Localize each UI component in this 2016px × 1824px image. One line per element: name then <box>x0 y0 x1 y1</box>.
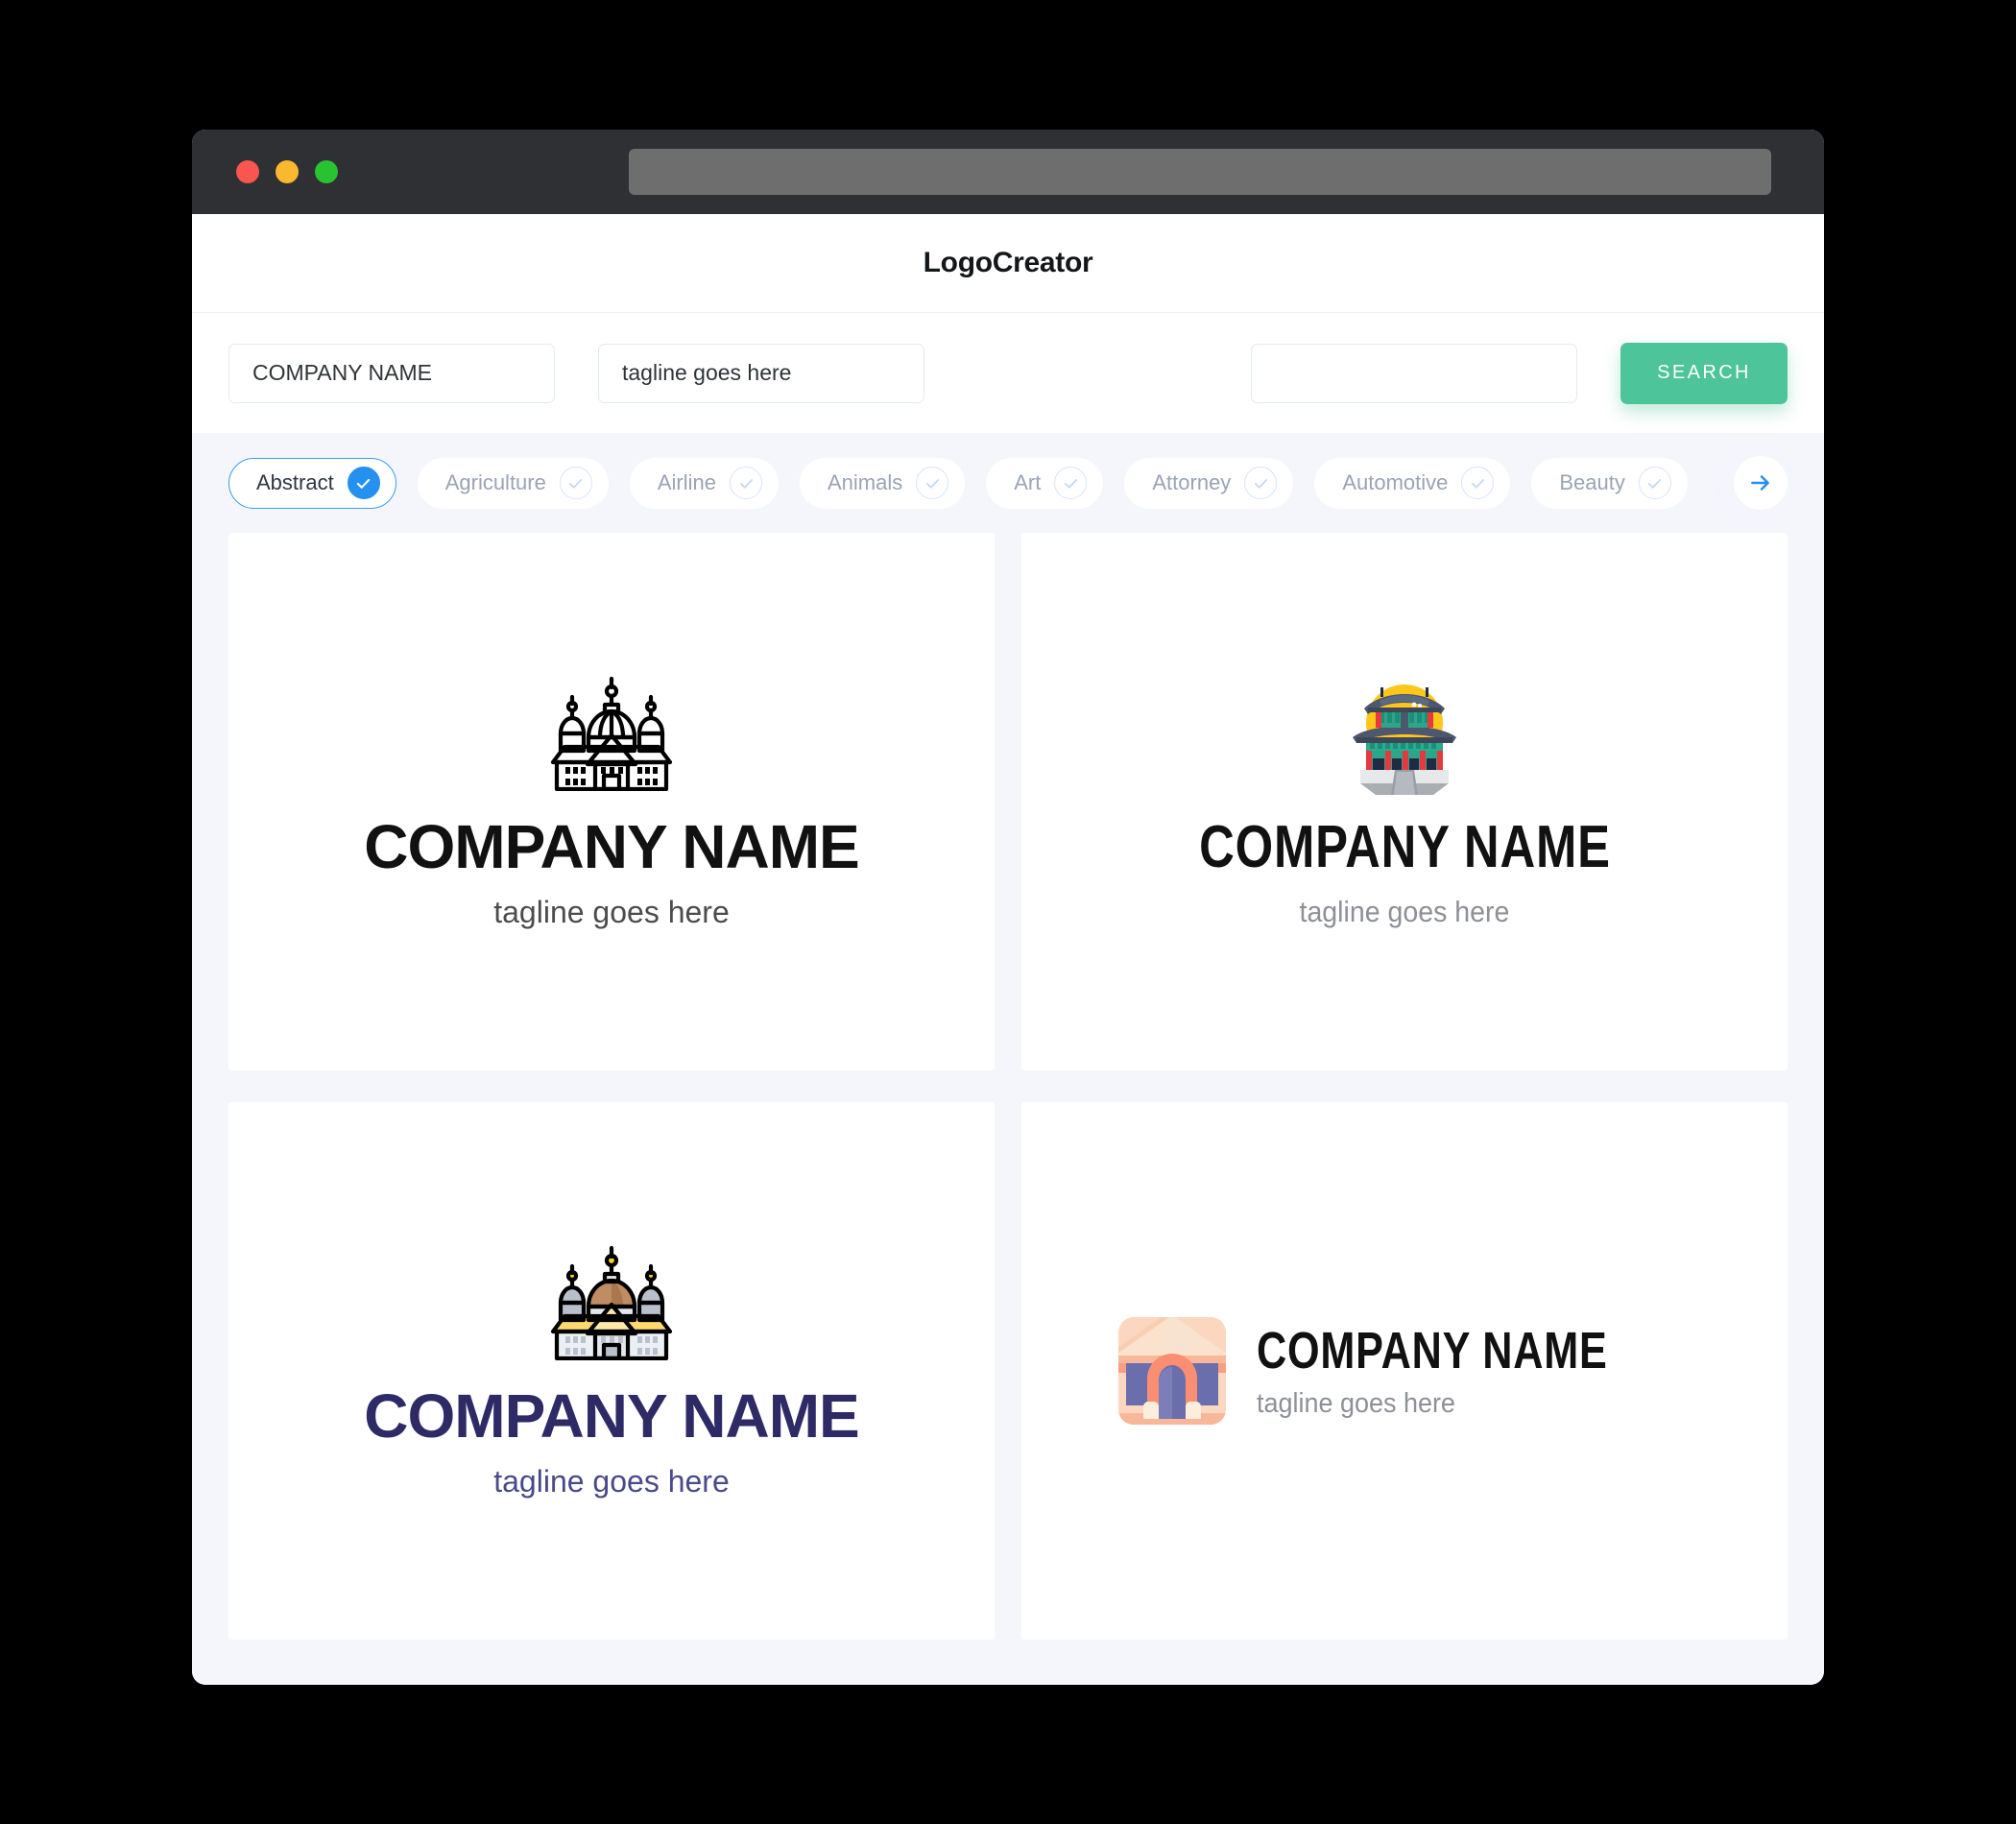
logo-tagline: tagline goes here <box>493 1464 730 1499</box>
category-chip-label: Beauty <box>1559 470 1625 494</box>
browser-url-bar[interactable] <box>629 149 1771 195</box>
category-chip-abstract[interactable]: Abstract <box>228 457 396 509</box>
logo-tagline: tagline goes here <box>493 895 730 929</box>
category-chip-label: Airline <box>657 470 716 494</box>
category-chip-label: Animals <box>828 470 903 494</box>
logo-company-name: COMPANY NAME <box>1257 1321 1609 1380</box>
search-toolbar: SEARCH <box>192 313 1824 433</box>
logo-card[interactable]: COMPANY NAME tagline goes here <box>1021 533 1788 1070</box>
logo-card[interactable]: COMPANY NAME tagline goes here <box>228 1102 995 1640</box>
check-icon <box>1638 467 1671 499</box>
categories-next-button[interactable] <box>1734 456 1788 510</box>
category-chip-art[interactable]: Art <box>986 457 1104 509</box>
category-chip-label: Agriculture <box>444 470 546 494</box>
category-filter-bar: Abstract Agriculture Airline Animals Art <box>192 433 1824 533</box>
check-icon <box>1461 467 1495 499</box>
korean-palace-icon <box>1353 684 1456 795</box>
check-icon <box>1244 467 1278 499</box>
logo-card[interactable]: COMPANY NAME tagline goes here <box>228 533 995 1070</box>
app-header: LogoCreator <box>192 214 1824 313</box>
logo-tagline: tagline goes here <box>1299 894 1510 928</box>
logo-tagline: tagline goes here <box>1257 1387 1456 1419</box>
minimize-window-button[interactable] <box>276 160 299 183</box>
category-chip-label: Abstract <box>256 470 334 494</box>
cathedral-outline-icon <box>550 676 673 791</box>
browser-window: LogoCreator SEARCH Abstract Agriculture … <box>192 130 1824 1685</box>
category-chip-label: Automotive <box>1342 470 1449 494</box>
check-icon <box>347 467 380 499</box>
check-icon <box>559 467 592 499</box>
category-chip-animals[interactable]: Animals <box>800 457 966 509</box>
logo-results-grid: COMPANY NAME tagline goes here COMPANY N… <box>192 533 1824 1685</box>
arch-building-icon <box>1118 1317 1227 1425</box>
browser-titlebar <box>192 130 1824 214</box>
keyword-input[interactable] <box>1251 343 1577 403</box>
category-chip-automotive[interactable]: Automotive <box>1314 457 1511 509</box>
category-chip-agriculture[interactable]: Agriculture <box>417 457 609 509</box>
check-icon <box>730 467 762 499</box>
category-chip-attorney[interactable]: Attorney <box>1124 457 1294 509</box>
category-chip-label: Art <box>1014 470 1042 494</box>
company-name-input[interactable] <box>228 343 555 403</box>
logo-company-name: COMPANY NAME <box>1198 813 1611 880</box>
logo-company-name: COMPANY NAME <box>364 1381 859 1451</box>
category-chip-label: Attorney <box>1152 470 1232 494</box>
close-window-button[interactable] <box>236 160 259 183</box>
logo-company-name: COMPANY NAME <box>364 812 859 881</box>
window-traffic-lights <box>236 160 338 183</box>
check-icon <box>916 467 949 499</box>
maximize-window-button[interactable] <box>315 160 338 183</box>
category-chip-beauty[interactable]: Beauty <box>1531 457 1688 509</box>
arrow-right-icon <box>1751 475 1769 491</box>
tagline-input[interactable] <box>598 343 924 403</box>
category-chip-airline[interactable]: Airline <box>629 457 779 509</box>
page-title: LogoCreator <box>923 247 1093 278</box>
check-icon <box>1054 467 1088 499</box>
logo-card[interactable]: COMPANY NAME tagline goes here <box>1021 1102 1788 1640</box>
search-button[interactable]: SEARCH <box>1620 342 1788 404</box>
cathedral-color-icon <box>550 1245 673 1360</box>
